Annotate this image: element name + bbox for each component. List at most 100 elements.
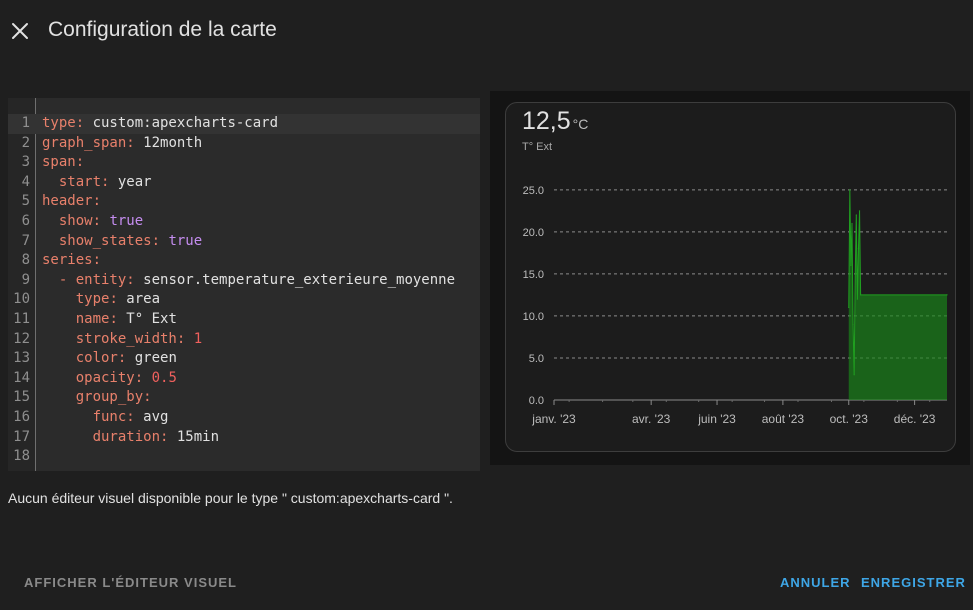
yaml-key: type	[42, 115, 76, 131]
code-text: duration: 15min	[92, 428, 220, 445]
y-tick-label: 0.0	[529, 395, 544, 407]
code-text: color: green	[75, 350, 177, 367]
code-text: span:	[42, 154, 85, 171]
code-line[interactable]: 17 duration: 15min	[8, 428, 480, 448]
code-line[interactable]: 1 type: custom:apexcharts-card	[8, 114, 480, 134]
code-text: stroke_width: 1	[75, 330, 203, 347]
data-point	[849, 189, 851, 191]
y-tick-label: 10.0	[523, 311, 544, 323]
code-line[interactable]: 14 opacity: 0.5	[8, 369, 480, 389]
code-text: series:	[42, 252, 102, 269]
yaml-key: show	[58, 213, 93, 229]
code-line[interactable]: 9 - entity: sensor.temperature_exterieur…	[8, 271, 480, 291]
card-preview-panel: 12,5 °C T° Ext 0.0 5.0 10.0 15.0 20.0 25.0 janv…	[490, 91, 970, 465]
close-button[interactable]	[6, 14, 34, 48]
yaml-key: type	[75, 291, 110, 308]
line-number: 12	[13, 330, 30, 347]
line-number: 10	[13, 291, 30, 308]
data-point	[946, 294, 948, 296]
yaml-key: start	[58, 173, 102, 190]
data-point	[853, 374, 855, 376]
line-number: 13	[13, 350, 30, 367]
x-tick-label: oct. '23	[830, 412, 869, 426]
code-text: - entity: sensor.temperature_exterieure_…	[42, 271, 456, 288]
line-number: 7	[21, 232, 30, 249]
yaml-key: color	[75, 350, 118, 367]
code-line[interactable]: 18	[8, 447, 480, 467]
yaml-value: area	[126, 291, 161, 308]
code-line[interactable]: 8 series:	[8, 251, 480, 271]
yaml-key: show_states	[58, 232, 152, 249]
show-visual-editor-button[interactable]: AFFICHER L'ÉDITEUR VISUEL	[24, 575, 237, 590]
yaml-value: avg	[143, 409, 169, 425]
code-line[interactable]: 4 start: year	[8, 173, 480, 193]
y-tick-label: 20.0	[523, 227, 544, 239]
code-text: header:	[42, 193, 102, 210]
code-text: name: T° Ext	[75, 311, 177, 327]
line-number: 3	[21, 154, 30, 171]
code-line[interactable]: 15 group_by:	[8, 388, 480, 408]
yaml-key: func	[92, 409, 127, 425]
yaml-key: duration	[92, 428, 161, 445]
code-text: opacity: 0.5	[75, 369, 177, 386]
yaml-value: 15min	[176, 428, 220, 445]
no-visual-editor-message: Aucun éditeur visuel disponible pour le …	[8, 490, 453, 506]
yaml-value: 0.5	[151, 369, 177, 386]
code-line[interactable]: 5 header:	[8, 192, 480, 212]
yaml-key: header	[42, 193, 93, 210]
data-point	[851, 222, 853, 225]
line-number: 18	[13, 448, 30, 465]
code-line[interactable]: 12 stroke_width: 1	[8, 330, 480, 350]
code-text: graph_span: 12month	[42, 134, 203, 151]
code-text: start: year	[58, 173, 152, 190]
apexcharts-card: 12,5 °C T° Ext 0.0 5.0 10.0 15.0 20.0 25.0 janv…	[505, 102, 956, 452]
code-line[interactable]: 6 show: true	[8, 212, 480, 232]
yaml-code-editor[interactable]: 1 type: custom:apexcharts-card 2 graph_span…	[8, 98, 480, 471]
data-point	[852, 323, 854, 325]
x-tick-label: août '23	[762, 412, 805, 426]
code-line[interactable]: 7 show_states: true	[8, 232, 480, 252]
line-number: 2	[21, 134, 30, 151]
data-point	[848, 306, 850, 309]
dialog-header: Configuration de la carte	[0, 0, 973, 62]
data-point	[856, 298, 858, 300]
yaml-key: opacity	[75, 369, 135, 386]
y-tick-label: 15.0	[523, 269, 544, 281]
line-number: 14	[13, 369, 30, 386]
x-tick-label: avr. '23	[632, 412, 671, 426]
code-line[interactable]: 3 span:	[8, 153, 480, 173]
line-number: 9	[21, 271, 30, 288]
line-number: 1	[21, 115, 30, 131]
yaml-value: true	[109, 213, 144, 229]
close-icon	[12, 23, 28, 39]
code-line[interactable]: 2 graph_span: 12month	[8, 134, 480, 154]
yaml-value: custom:apexcharts-card	[92, 115, 279, 131]
code-text: func: avg	[92, 409, 169, 425]
code-text: show: true	[58, 213, 144, 229]
line-number: 8	[21, 252, 30, 269]
code-line[interactable]: 10 type: area	[8, 290, 480, 310]
cancel-button[interactable]: ANNULER	[780, 575, 851, 590]
code-text: group_by:	[75, 389, 152, 406]
code-line[interactable]: 16 func: avg	[8, 408, 480, 428]
line-number: 17	[13, 428, 30, 445]
data-point	[854, 273, 856, 275]
data-point	[858, 210, 861, 212]
yaml-key: series	[42, 252, 93, 269]
yaml-key: graph_span	[42, 134, 127, 151]
x-tick-label: déc. '23	[894, 412, 936, 426]
code-text: show_states: true	[58, 232, 203, 249]
code-line[interactable]: 11 name: T° Ext	[8, 310, 480, 330]
data-point	[860, 294, 862, 296]
yaml-value: year	[117, 173, 152, 190]
code-line[interactable]: 13 color: green	[8, 349, 480, 369]
yaml-value: T° Ext	[126, 311, 177, 327]
yaml-key: name	[75, 311, 110, 327]
data-point	[850, 264, 852, 267]
yaml-value: green	[134, 350, 177, 367]
line-number: 16	[13, 409, 30, 425]
line-number: 11	[13, 311, 30, 327]
yaml-key: entity	[75, 271, 127, 288]
save-button[interactable]: ENREGISTRER	[861, 575, 966, 590]
line-number: 4	[21, 173, 30, 190]
